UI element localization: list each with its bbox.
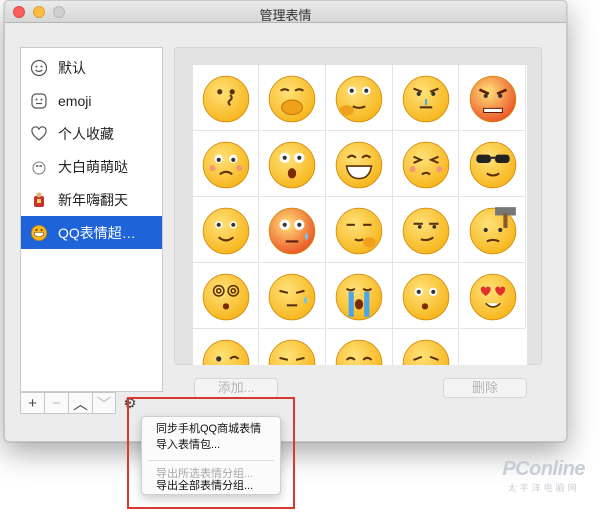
emoji-cell[interactable] — [393, 263, 460, 329]
emoji-cell[interactable] — [326, 65, 393, 131]
move-up-button[interactable]: ︿ — [68, 392, 92, 414]
emoji-cell[interactable] — [259, 263, 326, 329]
emoji-cell[interactable] — [260, 329, 326, 365]
crying-face-icon — [335, 273, 383, 320]
watermark-subtitle: 太平洋电脑网 — [507, 483, 580, 493]
qq-face-icon — [29, 223, 49, 243]
squint-face-icon — [402, 141, 450, 188]
emoji-cell[interactable] — [259, 65, 326, 131]
sick-face-icon — [402, 75, 450, 122]
smiley-outline-icon — [29, 58, 49, 78]
window-title: 管理表情 — [259, 8, 312, 23]
shocked-face-icon — [269, 141, 316, 188]
sidebar-item-new-year[interactable]: 新年嗨翻天 — [21, 183, 162, 216]
sidebar-item-label: 大白萌萌哒 — [58, 158, 128, 175]
sidebar-item-label: 个人收藏 — [58, 125, 114, 142]
emoji-cell[interactable] — [460, 263, 527, 329]
sunglasses-face-icon — [469, 141, 516, 188]
thinking-face-icon — [335, 75, 383, 122]
emoji-grid[interactable] — [193, 65, 527, 365]
sidebar-item-default[interactable]: 默认 — [21, 51, 162, 84]
emoji-cell[interactable] — [393, 197, 460, 263]
emoji-cell[interactable] — [393, 65, 460, 131]
emoji-group-list[interactable]: 默认 emoji 个人收藏 大白萌萌哒 新年嗨翻天 QQ表情超… — [20, 47, 163, 392]
add-emoji-button[interactable]: 添加... — [194, 378, 278, 398]
sidebar-item-emoji[interactable]: emoji — [21, 84, 162, 117]
new-year-icon — [29, 190, 49, 210]
sweat-red-face-icon — [269, 207, 316, 254]
proud-face-icon — [335, 207, 383, 254]
sad-face-icon — [335, 339, 383, 365]
heart-eyes-face-icon — [469, 273, 516, 320]
emoji-cell[interactable] — [393, 329, 460, 365]
emoji-cell[interactable] — [327, 329, 393, 365]
confused-face-icon — [402, 273, 450, 320]
emoji-cell[interactable] — [460, 65, 527, 131]
dizzy-face-icon — [202, 273, 249, 320]
sidebar-item-label: emoji — [58, 92, 92, 109]
sidebar-item-qq-emoji[interactable]: QQ表情超… — [21, 216, 162, 249]
grin-face-icon — [335, 141, 383, 188]
watermark-logo: PConline — [502, 458, 585, 480]
emoji-cell[interactable] — [259, 131, 326, 197]
emoji-cell[interactable] — [326, 131, 393, 197]
add-group-button[interactable]: + — [20, 392, 44, 414]
emoji-cell[interactable] — [326, 263, 393, 329]
sidebar-item-label: 默认 — [58, 59, 86, 76]
highlight-annotation-box — [127, 397, 295, 509]
hammer-face-icon — [469, 206, 516, 254]
delete-emoji-button[interactable]: 删除 — [443, 378, 527, 398]
emoji-cell[interactable] — [460, 131, 527, 197]
kiss-face-icon — [202, 75, 249, 122]
frown-face-icon — [402, 339, 450, 365]
emoji-cell[interactable] — [193, 329, 259, 365]
smirk-face-icon — [402, 207, 450, 254]
emoji-cell[interactable] — [259, 197, 326, 263]
emoji-cell[interactable] — [193, 197, 259, 263]
emoji-cell[interactable] — [193, 131, 259, 197]
sidebar-item-favorites[interactable]: 个人收藏 — [21, 117, 162, 150]
wink-face-icon — [202, 339, 249, 365]
sidebar-item-baymax[interactable]: 大白萌萌哒 — [21, 150, 162, 183]
emoji-cell[interactable] — [326, 197, 393, 263]
cover-mouth-face-icon — [269, 75, 316, 122]
move-down-button[interactable]: ﹀ — [92, 392, 116, 414]
sidebar-item-label: QQ表情超… — [58, 224, 136, 241]
heart-outline-icon — [29, 124, 49, 144]
baymax-icon — [29, 157, 49, 177]
emoji-cell[interactable] — [393, 131, 460, 197]
annoyed-face-icon — [269, 339, 316, 365]
worried-face-icon — [202, 141, 249, 188]
sweat-drop-face-icon — [269, 273, 316, 320]
emoji-cell[interactable] — [193, 65, 259, 131]
title-bar[interactable]: 管理表情 — [5, 1, 566, 23]
emoji-cell[interactable] — [460, 197, 527, 263]
emoji-cell[interactable] — [193, 263, 259, 329]
emoji-face-outline-icon — [29, 91, 49, 111]
angry-fire-face-icon — [469, 75, 516, 122]
remove-group-button[interactable]: − — [44, 392, 68, 414]
smile-face-icon — [202, 207, 249, 254]
sidebar-item-label: 新年嗨翻天 — [58, 191, 128, 208]
site-watermark: PConline 太平洋电脑网 — [502, 458, 585, 494]
